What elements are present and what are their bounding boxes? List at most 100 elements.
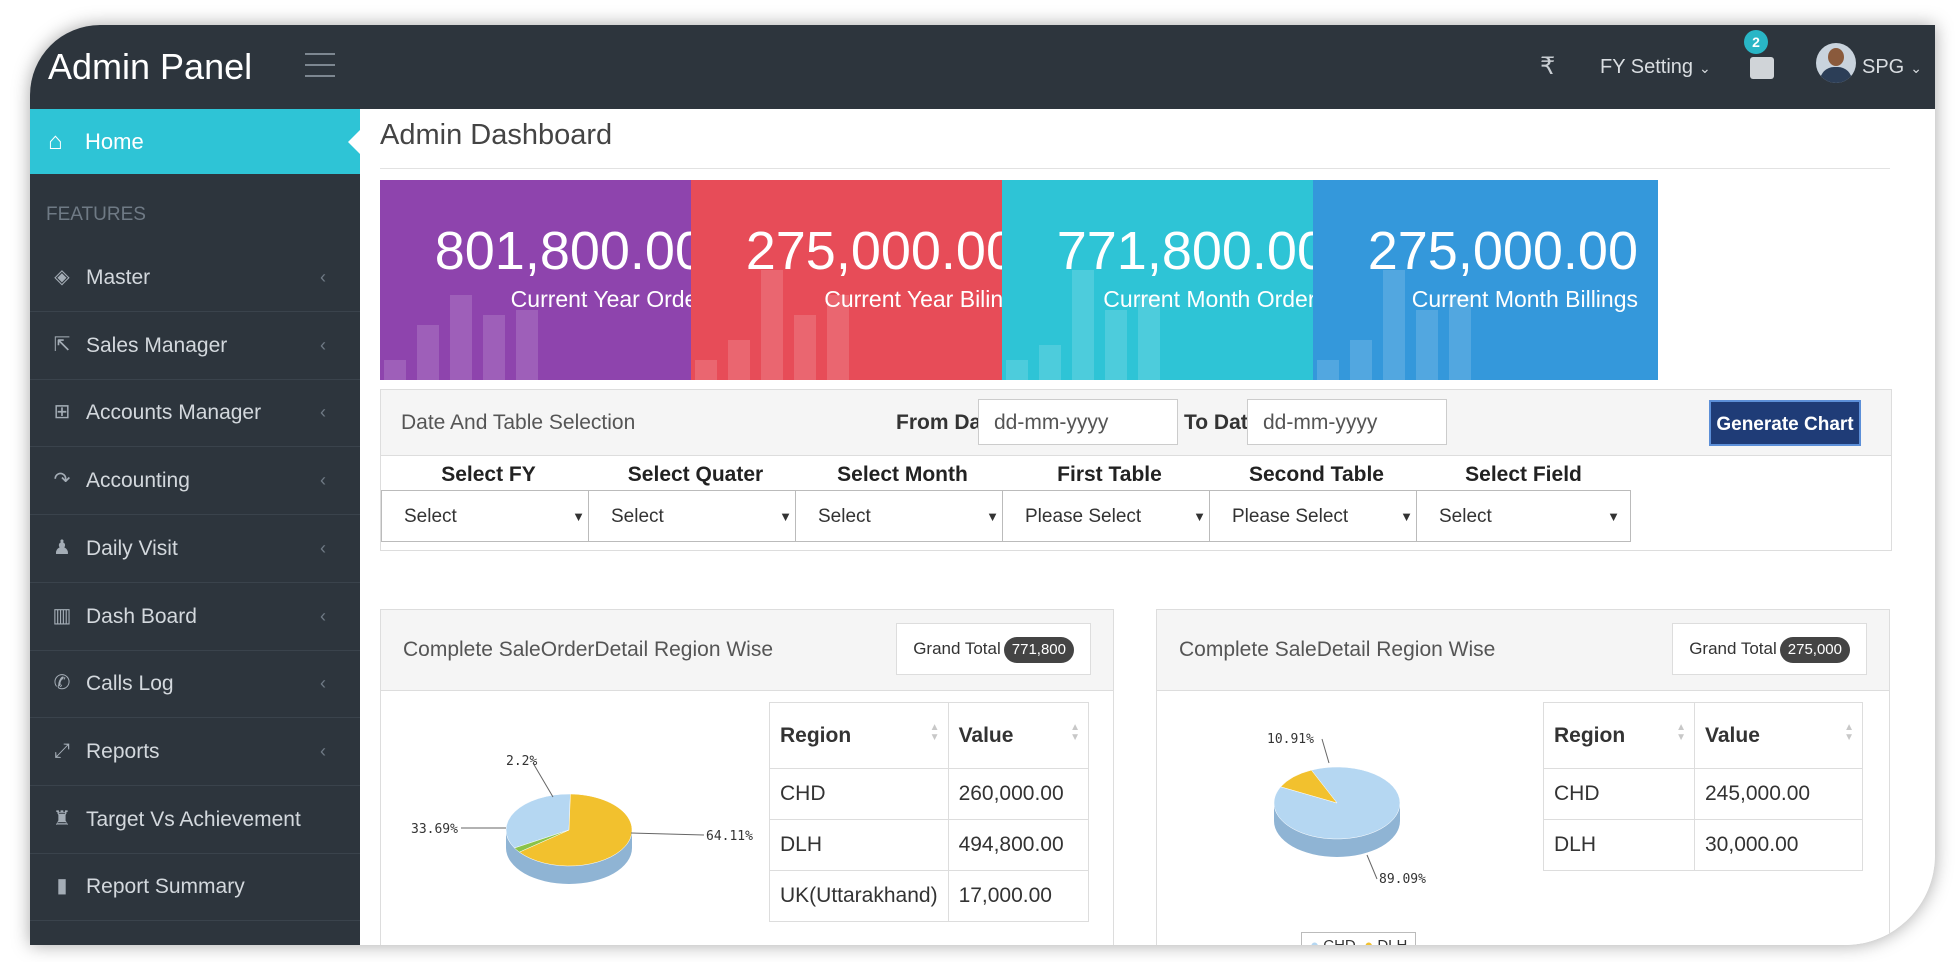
- menu-toggle-icon[interactable]: [305, 53, 335, 86]
- sidebar-item-accounts-manager[interactable]: ⊞ Accounts Manager ‹: [30, 379, 360, 448]
- stat-card[interactable]: 771,800.00 Current Month Orders: [1002, 180, 1347, 380]
- home-icon: ⌂: [48, 128, 63, 155]
- filter-label: Select Field: [1465, 463, 1582, 486]
- filter-select[interactable]: Select ▼: [795, 490, 1010, 542]
- chevron-left-icon: ‹: [320, 267, 326, 287]
- sidebar-item-label: Dash Board: [86, 604, 197, 628]
- filter-select[interactable]: Please Select ▼: [1209, 490, 1424, 542]
- filter-label: Second Table: [1249, 463, 1384, 486]
- column-header-value[interactable]: Value ▲ ▼: [1694, 702, 1863, 769]
- region-cell: CHD: [1543, 768, 1695, 820]
- filter-select[interactable]: Please Select ▼: [1002, 490, 1217, 542]
- select-value: Select: [404, 506, 457, 527]
- fy-setting-dropdown[interactable]: FY Setting ⌄: [1600, 25, 1711, 109]
- region-cell: UK(Uttarakhand): [769, 870, 949, 922]
- column-header-region[interactable]: Region ▲ ▼: [1543, 702, 1695, 769]
- table-header-row: Region ▲ ▼ Value ▲ ▼: [769, 702, 1090, 769]
- stat-label: Current Year Biling: [824, 286, 1016, 312]
- sidebar-item-label: Calls Log: [86, 672, 174, 696]
- region-cell: DLH: [1543, 819, 1695, 871]
- filter-select[interactable]: Select ▼: [381, 490, 596, 542]
- from-date-input[interactable]: dd-mm-yyyy: [978, 399, 1178, 445]
- sidebar-item-label: Accounts Manager: [86, 401, 262, 425]
- grand-total-label: Grand Total: [1689, 639, 1777, 658]
- select-value: Select: [611, 506, 664, 527]
- filter-select[interactable]: Select ▼: [1416, 490, 1631, 542]
- sidebar-item-home[interactable]: ⌂ Home: [30, 109, 361, 174]
- sort-icon: ▲ ▼: [1676, 722, 1686, 743]
- currency-icon[interactable]: ₹: [1540, 25, 1555, 109]
- select-value: Select: [1439, 506, 1492, 527]
- sidebar-item-label: Target Vs Achievement: [86, 807, 301, 831]
- user-icon: ♟: [53, 536, 71, 559]
- table-row: DLH 30,000.00: [1543, 819, 1863, 871]
- legend-label[interactable]: CHD: [1323, 937, 1356, 945]
- table-row: CHD 260,000.00: [769, 768, 1090, 820]
- region-chart-panel: Complete SaleDetail Region Wise Grand To…: [1156, 609, 1890, 945]
- page-title: Admin Dashboard: [380, 119, 613, 151]
- calculator-icon: ⊞: [53, 401, 71, 424]
- stat-label: Current Month Orders: [1103, 286, 1327, 312]
- stat-card[interactable]: 801,800.00 Current Year Order: [380, 180, 725, 380]
- generate-chart-button[interactable]: Generate Chart: [1709, 400, 1861, 446]
- expand-icon: ⤢: [54, 739, 70, 762]
- stat-card[interactable]: 275,000.00 Current Year Biling: [691, 180, 1036, 380]
- filter-field: Select Field Select ▼: [1416, 462, 1631, 542]
- pie-percent-label: 33.69%: [411, 822, 458, 837]
- filter-field: Select FY Select ▼: [381, 462, 596, 542]
- caret-down-icon: ▼: [1607, 509, 1620, 524]
- main-content: Admin Dashboard 801,800.00 Current Year O…: [360, 109, 1935, 945]
- filter-label: Select Quater: [627, 463, 764, 486]
- region-table: Region ▲ ▼ Value ▲ ▼ CHD 245,000.00 DLH 30,000.00: [1543, 702, 1863, 871]
- chevron-left-icon: ‹: [320, 605, 326, 626]
- panel-title: Complete SaleOrderDetail Region Wise: [403, 638, 773, 661]
- filter-label: Select Month: [837, 463, 968, 486]
- sidebar-item-dash-board[interactable]: ▥ Dash Board ‹: [30, 583, 360, 651]
- stat-value: 801,800.00: [434, 221, 705, 281]
- filter-field: Select Quater Select ▼: [588, 462, 803, 542]
- caret-down-icon: ▼: [572, 509, 585, 524]
- filter-field: Select Month Select ▼: [795, 462, 1010, 542]
- app-window: Admin Panel ₹ FY Setting ⌄ 2 SPG ⌄ ⌂ Home …: [30, 25, 1935, 945]
- sidebar-item-accounting[interactable]: ↷ Accounting ‹: [30, 447, 360, 516]
- pie-percent-label: 2.2%: [506, 754, 537, 769]
- sort-icon: ▲ ▼: [929, 722, 940, 743]
- table-header-row: Region ▲ ▼ Value ▲ ▼: [1543, 702, 1863, 769]
- caret-down-icon: ▼: [779, 509, 792, 524]
- select-value: Please Select: [1025, 506, 1142, 527]
- value-cell: 17,000.00: [947, 870, 1090, 922]
- sidebar-item-master[interactable]: ◈ Master ‹: [30, 244, 360, 312]
- legend-label[interactable]: DLH: [1377, 937, 1407, 945]
- stat-card[interactable]: 275,000.00 Current Month Billings: [1313, 180, 1658, 380]
- to-date-input[interactable]: dd-mm-yyyy: [1247, 399, 1447, 445]
- grand-total-value: 771,800: [1003, 637, 1074, 663]
- sidebar-item-report-summary[interactable]: ▮ Report Summary: [30, 853, 360, 922]
- user-name: SPG: [1862, 56, 1905, 78]
- sidebar-item-sales-manager[interactable]: ⇱ Sales Manager ‹: [30, 312, 360, 380]
- sidebar-item-daily-visit[interactable]: ♟ Daily Visit ‹: [30, 515, 360, 583]
- bar-chart-icon: ▥: [52, 604, 72, 627]
- filter-label: Select FY: [441, 463, 536, 486]
- avatar: [1816, 43, 1856, 83]
- column-header-value[interactable]: Value ▲ ▼: [947, 702, 1090, 769]
- top-navbar: Admin Panel ₹ FY Setting ⌄ 2 SPG ⌄: [30, 25, 1935, 109]
- grand-total-badge: Grand Total 275,000: [1672, 623, 1867, 675]
- sidebar-item-reports[interactable]: ⤢ Reports ‹: [30, 718, 360, 786]
- sidebar-item-calls-log[interactable]: ✆ Calls Log ‹: [30, 650, 360, 719]
- sidebar-item-label: Daily Visit: [86, 536, 178, 560]
- pie-chart: 10.91% 89.09%: [1267, 732, 1426, 887]
- filter-select[interactable]: Select ▼: [588, 490, 803, 542]
- book-icon: ▮: [56, 875, 68, 898]
- sidebar-item-label: Master: [86, 266, 151, 289]
- chevron-left-icon: ‹: [320, 402, 326, 423]
- notification-badge: 2: [1744, 30, 1768, 54]
- caret-down-icon: ▼: [986, 509, 999, 524]
- select-value: Please Select: [1232, 506, 1349, 527]
- region-chart-panel: Complete SaleOrderDetail Region Wise Gra…: [380, 609, 1114, 945]
- sidebar: ⌂ Home FEATURES ◈ Master ‹ ⇱ Sales Manager ‹ ⊞…: [30, 109, 361, 945]
- column-header-region[interactable]: Region ▲ ▼: [769, 702, 949, 769]
- filter-field: First Table Please Select ▼: [1002, 462, 1217, 542]
- chevron-left-icon: ‹: [320, 470, 326, 491]
- chevron-left-icon: ‹: [320, 740, 326, 761]
- sidebar-item-target-vs-achievement[interactable]: ♜ Target Vs Achievement: [30, 786, 360, 854]
